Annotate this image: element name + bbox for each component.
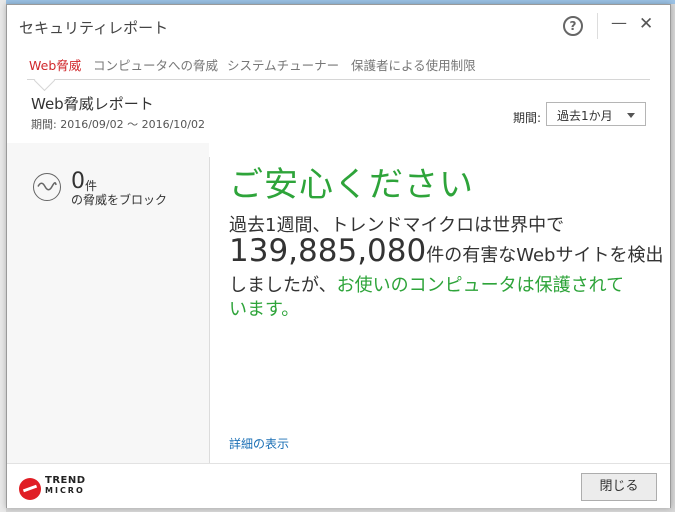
report-title: Web脅威レポート <box>31 95 154 113</box>
trend-micro-logo: TREND MICRO <box>45 476 86 496</box>
message-line-2: 139,885,080件の有害なWebサイトを検出 <box>229 233 663 269</box>
chevron-down-icon <box>627 113 635 118</box>
security-report-window: セキュリティレポート ? — ✕ Web脅威 コンピュータへの脅威 システムチュ… <box>6 4 671 508</box>
panel-divider <box>209 157 210 463</box>
tab-web-threats[interactable]: Web脅威 <box>29 55 81 74</box>
help-icon[interactable]: ? <box>563 16 583 36</box>
report-period-range: 期間: 2016/09/02 〜 2016/10/02 <box>31 118 205 131</box>
tab-computer-threats[interactable]: コンピュータへの脅威 <box>93 55 218 74</box>
safe-headline: ご安心ください <box>229 165 474 205</box>
footer-bar: TREND MICRO 閉じる <box>7 463 670 508</box>
message-line-3: しましたが、お使いのコンピュータは保護されて <box>229 271 624 297</box>
show-details-link[interactable]: 詳細の表示 <box>229 435 289 452</box>
window-title: セキュリティレポート <box>19 19 169 37</box>
close-button[interactable]: 閉じる <box>581 473 657 501</box>
message-line-2-suffix: 件の有害なWebサイトを検出 <box>426 245 664 266</box>
period-dropdown[interactable]: 過去1か月 <box>546 102 646 126</box>
titlebar-separator <box>597 13 598 39</box>
blocked-description: の脅威をブロック <box>71 193 168 207</box>
protected-message: お使いのコンピュータは保護されて <box>336 275 625 296</box>
tab-system-tuner[interactable]: システムチューナー <box>227 55 339 74</box>
title-bar: セキュリティレポート ? — ✕ <box>7 5 670 47</box>
logo-line-2: MICRO <box>45 486 85 495</box>
minimize-button[interactable]: — <box>611 13 627 32</box>
tab-parental-controls[interactable]: 保護者による使用制限 <box>351 55 476 74</box>
detected-sites-count: 139,885,080 <box>229 233 427 269</box>
period-dropdown-value: 過去1か月 <box>557 109 613 123</box>
period-label: 期間: <box>513 111 542 125</box>
message-line-3-prefix: しましたが、 <box>229 275 337 296</box>
trend-micro-logo-icon <box>19 478 41 500</box>
close-icon[interactable]: ✕ <box>639 14 653 34</box>
logo-line-1: TREND <box>45 475 86 486</box>
message-line-4: います。 <box>229 299 300 320</box>
wave-icon <box>33 173 61 201</box>
tab-underline <box>27 79 650 80</box>
